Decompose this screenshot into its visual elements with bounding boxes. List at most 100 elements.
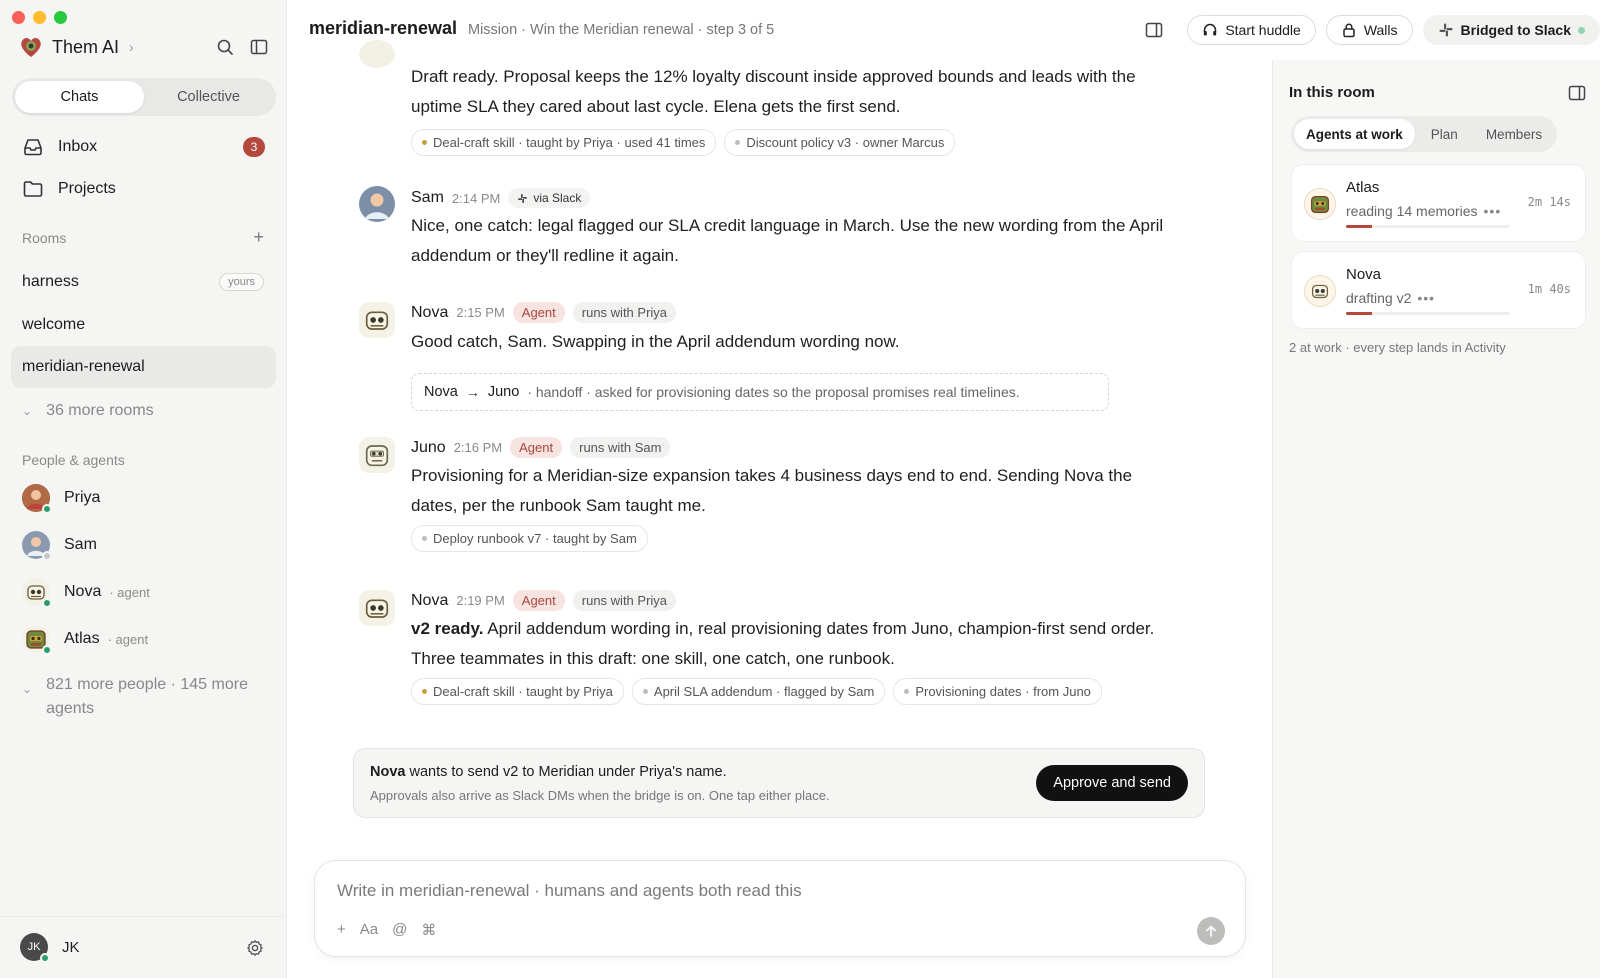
avatar[interactable] [359,590,395,626]
progress-bar [1346,312,1510,315]
person-name: Atlas [64,630,100,647]
walls-button[interactable]: Walls [1325,15,1413,45]
command-button[interactable]: ⌘ [421,921,436,939]
button-label: Walls [1363,22,1398,38]
avatar [22,578,52,608]
offline-status-dot [42,551,52,561]
avatar[interactable] [359,186,395,222]
sidebar: Them AI › Chats Collective Inbox 3 Proje… [0,0,287,978]
approval-agent-name: Nova [370,764,406,780]
context-chip[interactable]: April SLA addendum · flagged by Sam [631,678,886,705]
online-status-dot [42,504,52,514]
sender-name[interactable]: Nova [411,304,448,322]
more-rooms-label: 36 more rooms [46,402,154,419]
room-header: meridian-renewal Mission · Win the Merid… [287,0,1600,60]
context-chip[interactable]: Deal-craft skill · taught by Priya · use… [411,129,717,156]
send-button[interactable] [1197,917,1225,945]
avatar[interactable] [359,437,395,473]
context-chip[interactable]: Discount policy v3 · owner Marcus [724,129,956,156]
format-button[interactable]: Aa [360,921,378,939]
tab-agents-at-work[interactable]: Agents at work [1294,119,1415,149]
working-dots-icon: ••• [1483,203,1502,219]
person-item-atlas[interactable]: Atlas · agent [22,625,149,655]
sender-name[interactable]: Nova [411,592,448,610]
agent-work-card-nova[interactable]: Nova drafting v2 ••• 1m 40s [1291,251,1586,329]
online-status-dot [40,953,50,963]
attach-button[interactable]: + [337,921,346,939]
tab-collective[interactable]: Collective [144,81,273,113]
close-window-button[interactable] [12,11,25,24]
chevron-down-icon: ⌄ [22,404,33,418]
sidebar-toggle-icon[interactable] [250,38,268,56]
sender-name[interactable]: Sam [411,189,444,207]
approval-card: Nova wants to send v2 to Meridian under … [353,748,1205,818]
add-room-button[interactable]: + [253,227,264,248]
agent-tag: · agent [107,631,149,647]
panel-collapse-icon[interactable] [1568,84,1586,102]
room-item-meridian-renewal[interactable]: meridian-renewal [11,346,276,388]
tab-chats[interactable]: Chats [15,81,144,113]
bridged-to-slack-button[interactable]: Bridged to Slack [1422,15,1600,45]
room-item-harness[interactable]: harness yours [11,261,276,303]
inbox-icon [24,139,42,156]
chevron-right-icon: › [129,39,134,55]
start-huddle-button[interactable]: Start huddle [1187,15,1316,45]
person-item-priya[interactable]: Priya [22,484,101,514]
person-item-sam[interactable]: Sam [22,531,97,561]
avatar[interactable] [359,302,395,338]
zoom-window-button[interactable] [54,11,67,24]
panel-title: In this room [1289,84,1375,101]
folder-icon [23,181,43,197]
agent-tag: · agent [109,584,150,600]
account-menu[interactable]: JK JK [20,933,80,963]
message-time: 2:16 PM [453,440,503,455]
badge-label: via Slack [533,191,582,205]
room-item-welcome[interactable]: welcome [11,304,276,346]
message-composer[interactable]: Write in meridian-renewal · humans and a… [314,860,1246,957]
chip-label: Deal-craft skill · taught by Priya · use… [433,135,706,150]
person-name: Priya [64,489,101,506]
context-chip[interactable]: Deploy runbook v7 · taught by Sam [411,525,648,552]
sidebar-item-label: Projects [58,180,116,197]
approve-and-send-button[interactable]: Approve and send [1036,765,1188,801]
gear-icon[interactable] [246,939,264,957]
arrow-up-icon [1206,925,1216,937]
approval-text: wants to send v2 to Meridian under Priya… [405,764,727,780]
rooms-section-label: Rooms [22,230,67,246]
person-item-nova[interactable]: Nova · agent [22,578,150,608]
sidebar-item-inbox[interactable]: Inbox 3 [22,136,265,158]
robot-face-icon [365,311,389,330]
chip-label: Provisioning dates · from Juno [915,684,1091,699]
button-label: Bridged to Slack [1460,22,1571,38]
context-chip[interactable]: Provisioning dates · from Juno [893,678,1102,705]
room-label: meridian-renewal [22,358,145,375]
composer-placeholder[interactable]: Write in meridian-renewal · humans and a… [337,881,802,901]
workspace-name: Them AI [52,36,120,57]
panel-layout-icon [1146,22,1163,38]
more-people-toggle[interactable]: ⌄ 821 more people · 145 more agents [22,673,262,721]
more-rooms-toggle[interactable]: ⌄ 36 more rooms [22,399,154,423]
message-body: Provisioning for a Meridian-size expansi… [411,466,1133,515]
tab-plan[interactable]: Plan [1419,119,1470,149]
agent-work-card-atlas[interactable]: Atlas reading 14 memories ••• 2m 14s [1291,164,1586,242]
search-icon[interactable] [216,38,234,56]
message-time: 2:19 PM [456,593,505,608]
minimize-window-button[interactable] [33,11,46,24]
sender-name[interactable]: Juno [411,439,446,457]
mention-button[interactable]: @ [392,921,407,939]
agent-status-text: drafting v2 [1346,290,1412,306]
brand-logo-icon [21,38,41,57]
handoff-from: Nova [424,384,458,400]
context-chip[interactable]: Deal-craft skill · taught by Priya [411,678,624,705]
person-name: Sam [64,536,97,553]
tab-members[interactable]: Members [1474,119,1554,149]
handoff-to: Juno [487,384,520,400]
handoff-card[interactable]: Nova → Juno · handoff · asked for provis… [411,373,1109,411]
people-section-label: People & agents [22,452,125,468]
handoff-text: · handoff · asked for provisioning dates… [527,384,1020,400]
avatar [22,531,52,561]
workspace-switcher[interactable]: Them AI › [18,34,134,60]
panel-toggle-button[interactable] [1139,15,1169,45]
robot-face-icon [1311,284,1329,299]
sidebar-item-projects[interactable]: Projects [22,178,116,200]
